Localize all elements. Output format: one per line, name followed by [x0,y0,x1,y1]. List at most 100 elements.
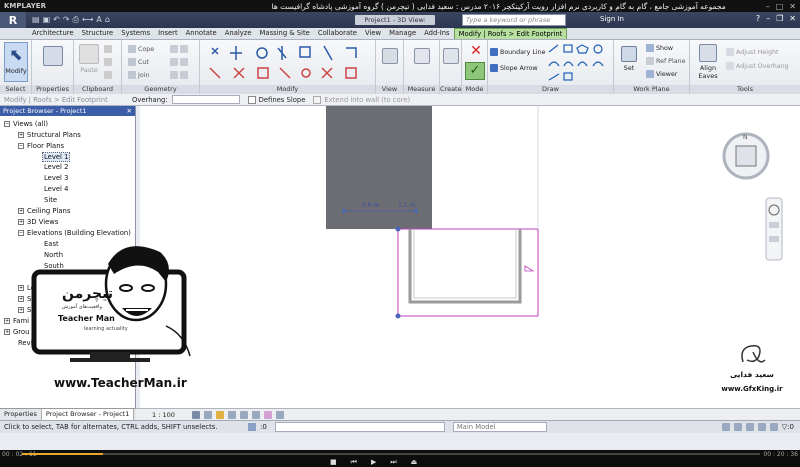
slope-arrow-button[interactable]: Slope Arrow [490,64,538,72]
ref-plane-button[interactable]: Ref Plane [646,57,685,65]
view-tools-button[interactable] [381,48,399,66]
match-icon[interactable] [104,71,112,79]
adjust-overhang-button[interactable]: Adjust Overhang [726,62,789,70]
tree-groups[interactable]: + Grou [4,328,29,336]
maximize-icon[interactable]: □ [776,2,784,11]
next-icon[interactable]: ⏭ [390,458,396,467]
design-option-select[interactable]: Main Model [452,422,547,432]
cut-geometry-button[interactable]: Cut [128,58,149,66]
view-control-icons[interactable] [192,410,284,419]
print-icon[interactable]: ⎙ [73,15,79,25]
undo-icon[interactable]: ↶ [53,15,60,25]
tab-add-ins[interactable]: Add-Ins [420,28,453,39]
split-face-icon[interactable] [170,45,188,53]
open-icon[interactable]: ▤ [32,15,40,25]
workset-select[interactable] [274,422,445,432]
tree-structural-plans[interactable]: + Structural Plans [18,131,81,139]
set-button[interactable]: Set [618,46,640,72]
close-icon[interactable]: ✕ [789,2,796,11]
previous-icon[interactable]: ⏮ [351,458,357,467]
modify-button[interactable]: ⬉ Modify [4,42,28,82]
tab-annotate[interactable]: Annotate [182,28,221,39]
tab-insert[interactable]: Insert [154,28,182,39]
tab-structure[interactable]: Structure [78,28,118,39]
seek-bar[interactable] [22,453,760,455]
tree-families[interactable]: + Fami [4,317,29,325]
extend-wall-checkbox[interactable] [313,95,322,104]
adjust-height-button[interactable]: Adjust Height [726,48,779,56]
tab-properties[interactable]: Properties [0,409,42,420]
modify-tools-icons[interactable] [200,40,376,84]
minimize-icon[interactable]: – [766,14,770,23]
grip-point[interactable] [395,226,401,232]
tab-edit-footprint[interactable]: Modify | Roofs > Edit Footprint [453,28,568,39]
selection-filter-icons[interactable]: ▽:0 [721,423,800,431]
dimension-text-2[interactable]: 1.1 m [398,202,415,209]
measure-button[interactable] [413,48,431,66]
grip-point[interactable] [342,209,346,213]
text-icon[interactable]: A [96,15,101,25]
redo-icon[interactable]: ↷ [63,15,70,25]
grip-point[interactable] [414,209,418,213]
measure-icon[interactable]: ⟷ [82,15,93,25]
tab-systems[interactable]: Systems [117,28,154,39]
tree-ceiling-plans[interactable]: + Ceiling Plans [18,207,70,215]
show-button[interactable]: Show [646,44,673,52]
tab-project-browser[interactable]: Project Browser - Project1 [41,409,135,420]
tree-site[interactable]: Site [44,196,57,204]
tab-architecture[interactable]: Architecture [28,28,78,39]
draw-tools-icons[interactable] [546,42,616,84]
overhang-input[interactable] [171,95,240,104]
tab-manage[interactable]: Manage [385,28,420,39]
eject-icon[interactable]: ⏏ [411,458,418,467]
panel-select-label[interactable]: Select [0,85,31,94]
view-cube[interactable]: N [722,132,770,180]
play-icon[interactable]: ▶ [371,458,376,467]
cope-button[interactable]: Cope [128,45,154,53]
worksets-icon[interactable] [248,423,256,431]
copy-icon[interactable] [104,45,112,53]
create-button[interactable] [443,48,459,66]
type-properties-button[interactable] [42,46,64,68]
cut-icon[interactable] [104,58,112,66]
panel-mode: ✕ ✓ Mode [462,40,488,94]
search-input[interactable]: Type a keyword or phrase [462,14,566,26]
stop-icon[interactable]: ■ [330,458,337,467]
application-menu-button[interactable]: R [0,12,26,28]
tree-level-1[interactable]: Level 1 [42,152,71,162]
align-eaves-button[interactable]: Align Eaves [694,44,722,80]
tab-collaborate[interactable]: Collaborate [314,28,361,39]
plan-drawing[interactable]: 3.6 m 1.1 m N [140,106,800,408]
dimension-text-1[interactable]: 3.6 m [362,202,379,209]
paste-button[interactable]: Paste [78,44,100,74]
tab-view[interactable]: View [361,28,385,39]
tree-views-all[interactable]: − Views (all) [4,120,48,128]
help-icon[interactable]: ? [756,14,760,23]
view-scale[interactable]: 1 : 100 [136,411,192,419]
grip-point[interactable] [395,313,401,319]
tree-level-2[interactable]: Level 2 [44,163,68,171]
minimize-icon[interactable]: – [766,2,770,11]
navigation-bar[interactable] [765,197,783,261]
paint-icon[interactable] [170,58,188,66]
close-icon[interactable]: ✕ [789,14,796,23]
tree-level-3[interactable]: Level 3 [44,174,68,182]
demolish-icon[interactable] [170,71,188,79]
boundary-line-button[interactable]: Boundary Line [490,48,545,56]
close-icon[interactable]: ✕ [127,106,132,116]
tab-massing-site[interactable]: Massing & Site [256,28,314,39]
tree-floor-plans[interactable]: − Floor Plans [18,142,64,150]
drawing-area[interactable]: 3.6 m 1.1 m N [140,106,800,420]
save-icon[interactable]: ▣ [43,15,51,25]
3d-view-icon[interactable]: ⌂ [105,15,110,25]
finish-edit-mode-icon[interactable]: ✓ [465,62,485,80]
tree-level-4[interactable]: Level 4 [44,185,68,193]
tab-analyze[interactable]: Analyze [221,28,256,39]
sign-in-link[interactable]: Sign In [600,15,624,23]
defines-slope-checkbox[interactable] [247,95,256,104]
viewer-button[interactable]: Viewer [646,70,677,78]
tree-3d-views[interactable]: +3D Views [18,218,58,226]
join-button[interactable]: Join [128,71,149,79]
cancel-edit-mode-icon[interactable]: ✕ [467,44,485,58]
restore-icon[interactable]: ❐ [776,14,783,23]
